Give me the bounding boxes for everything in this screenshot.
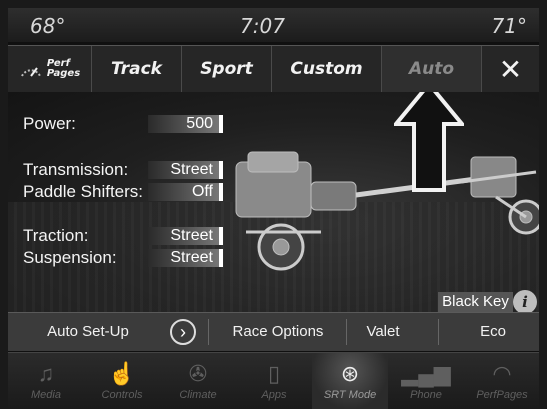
divider <box>346 319 347 345</box>
music-note-icon: ♫ <box>37 361 55 386</box>
bottom-nav: ♫ Media ☝ Controls ✇ Climate ▯ Apps ⊛ SR… <box>8 352 539 409</box>
uconnect-screen: 68° 7:07 71° Perf Pages Track Sport Cust… <box>8 8 539 409</box>
paddle-shifters-label: Paddle Shifters: <box>23 182 144 201</box>
auto-mode-panel: Power: 500 Transmission: Street Paddle S… <box>8 92 539 312</box>
nav-apps[interactable]: ▯ Apps <box>236 353 312 409</box>
nav-label: Phone <box>410 389 442 401</box>
nav-controls[interactable]: ☝ Controls <box>84 353 160 409</box>
traction-label: Traction: <box>23 226 89 245</box>
auto-setup-button[interactable]: Auto Set-Up <box>8 313 168 351</box>
nav-media[interactable]: ♫ Media <box>8 353 84 409</box>
drivetrain-illustration <box>235 151 539 271</box>
nav-label: SRT Mode <box>323 389 377 401</box>
nav-phone[interactable]: ▂▄▆ Phone <box>388 353 464 409</box>
mode-tabs: Perf Pages Track Sport Custom Auto ✕ <box>8 45 539 93</box>
info-icon[interactable]: i <box>513 290 537 312</box>
options-bar: Auto Set-Up › Race Options Valet Eco <box>8 312 539 351</box>
gauge-icon: ◠ <box>492 361 512 386</box>
tab-custom[interactable]: Custom <box>272 46 382 92</box>
nav-label: Controls <box>101 389 143 401</box>
right-temperature[interactable]: 71° <box>492 14 527 38</box>
tab-auto[interactable]: Auto <box>382 46 482 92</box>
nav-label: Climate <box>179 389 217 401</box>
divider <box>438 319 439 345</box>
nav-label: Media <box>31 389 61 401</box>
paddle-shifters-value: Off <box>148 183 223 201</box>
transmission-value: Street <box>148 161 223 179</box>
phone-signal-icon: ▂▄▆ <box>401 361 451 386</box>
tab-perf-pages[interactable]: Perf Pages <box>8 46 92 92</box>
left-temperature[interactable]: 68° <box>30 14 65 38</box>
divider <box>208 319 209 345</box>
tab-track[interactable]: Track <box>92 46 182 92</box>
nav-srt-mode[interactable]: ⊛ SRT Mode <box>312 353 388 409</box>
nav-label: PerfPages <box>476 389 528 401</box>
black-key-label: Black Key <box>438 292 513 312</box>
steering-wheel-icon: ⊛ <box>340 361 360 386</box>
tab-perf-line2: Pages <box>46 68 81 79</box>
chevron-right-icon[interactable]: › <box>170 319 196 345</box>
transmission-label: Transmission: <box>23 160 129 179</box>
suspension-value: Street <box>148 249 223 267</box>
status-bar: 68° 7:07 71° <box>8 8 539 42</box>
nav-label: Apps <box>261 389 287 401</box>
suspension-label: Suspension: <box>23 248 117 267</box>
power-label: Power: <box>23 114 76 133</box>
close-button[interactable]: ✕ <box>482 46 539 92</box>
valet-button[interactable]: Valet <box>348 313 418 351</box>
traction-value: Street <box>148 227 223 245</box>
power-value: 500 <box>148 115 223 133</box>
clock: 7:07 <box>240 14 285 38</box>
eco-button[interactable]: Eco <box>448 313 538 351</box>
race-options-button[interactable]: Race Options <box>213 313 343 351</box>
nav-perfpages[interactable]: ◠ PerfPages <box>464 353 539 409</box>
fan-icon: ✇ <box>188 361 208 386</box>
apps-icon: ▯ <box>267 361 281 386</box>
tab-sport[interactable]: Sport <box>182 46 272 92</box>
gauge-icon <box>20 67 41 77</box>
nav-climate[interactable]: ✇ Climate <box>160 353 236 409</box>
hand-touch-icon: ☝ <box>108 361 136 386</box>
up-arrow-icon <box>394 92 464 192</box>
